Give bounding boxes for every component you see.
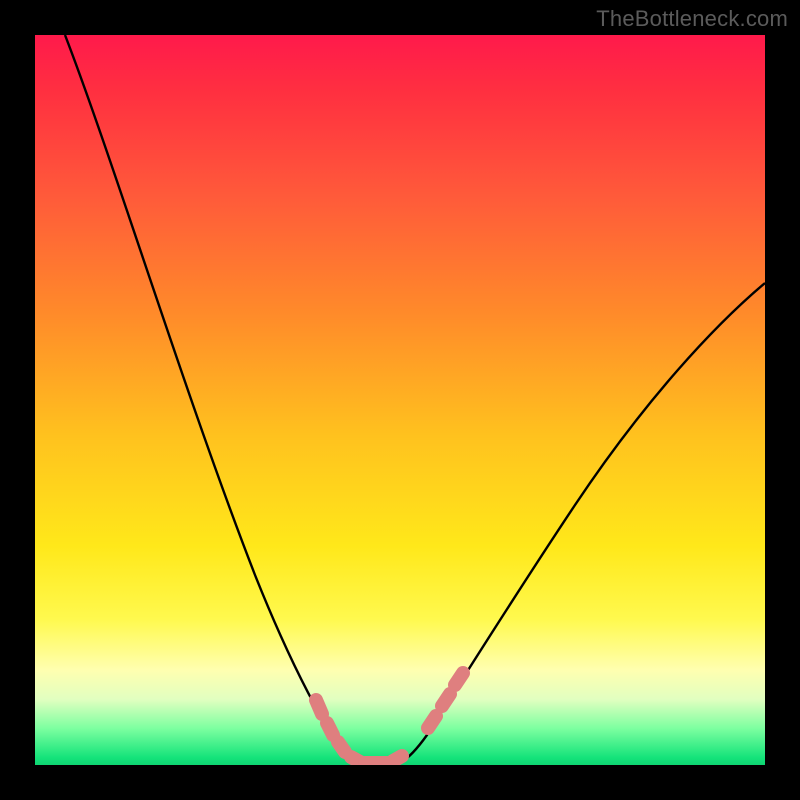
marker-dot [316, 700, 322, 714]
marker-dot [338, 742, 345, 752]
bottleneck-curve [65, 35, 765, 765]
marker-dot [442, 694, 450, 706]
marker-dot [393, 756, 402, 761]
curve-svg [35, 35, 765, 765]
marker-dot [455, 673, 463, 685]
chart-frame: TheBottleneck.com [0, 0, 800, 800]
marker-dot [327, 723, 333, 735]
marker-dot [428, 716, 436, 728]
watermark-text: TheBottleneck.com [596, 6, 788, 32]
valley-markers [316, 673, 463, 763]
plot-area [35, 35, 765, 765]
